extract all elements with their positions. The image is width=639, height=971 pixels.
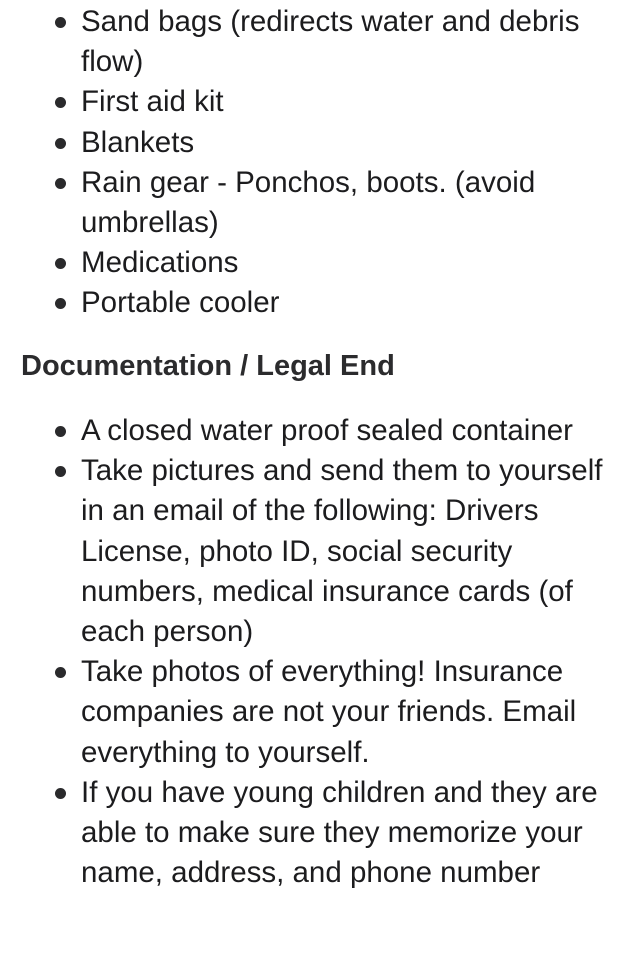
bullet-icon [55, 17, 66, 28]
list-item-text: A closed water proof sealed container [81, 414, 573, 447]
supplies-list: Sand bags (redirects water and debris fl… [0, 2, 639, 324]
list-item: If you have young children and they are … [0, 773, 639, 894]
bullet-icon [55, 787, 66, 799]
list-item-text: Portable cooler [81, 286, 280, 320]
list-item: Rain gear - Ponchos, boots. (avoid umbre… [0, 163, 639, 243]
bullet-icon [55, 137, 66, 149]
bullet-icon [55, 466, 66, 478]
bullet-icon [55, 97, 66, 109]
list-item-text: First aid kit [81, 85, 224, 119]
list-item: Take photos of everything! Insurance com… [0, 652, 639, 773]
note-page: Sand bags (redirects water and debris fl… [0, 0, 639, 971]
list-item-text: Rain gear - Ponchos, boots. (avoid umbre… [81, 165, 536, 240]
bullet-icon [55, 177, 66, 189]
list-item-text: If you have young children and they are … [81, 775, 598, 890]
list-item: Portable cooler [0, 283, 639, 323]
list-item-text: Blankets [81, 125, 195, 159]
section-heading: Documentation / Legal End [21, 350, 395, 382]
documentation-list: A closed water proof sealed container Ta… [0, 411, 639, 893]
list-item-text: Take pictures and send them to yourself … [81, 454, 603, 649]
list-item-text: Sand bags (redirects water and debris fl… [81, 5, 580, 79]
list-item-text: Medications [81, 246, 239, 280]
list-item: A closed water proof sealed container [0, 411, 639, 451]
bullet-icon [55, 258, 66, 270]
list-item: First aid kit [0, 82, 639, 122]
list-item: Sand bags (redirects water and debris fl… [0, 2, 639, 82]
bullet-icon [55, 667, 66, 679]
list-item-text: Take photos of everything! Insurance com… [81, 655, 577, 769]
list-item: Take pictures and send them to yourself … [0, 451, 639, 652]
bullet-icon [55, 426, 66, 437]
list-item: Medications [0, 243, 639, 283]
bullet-icon [55, 298, 66, 310]
list-item: Blankets [0, 123, 639, 163]
